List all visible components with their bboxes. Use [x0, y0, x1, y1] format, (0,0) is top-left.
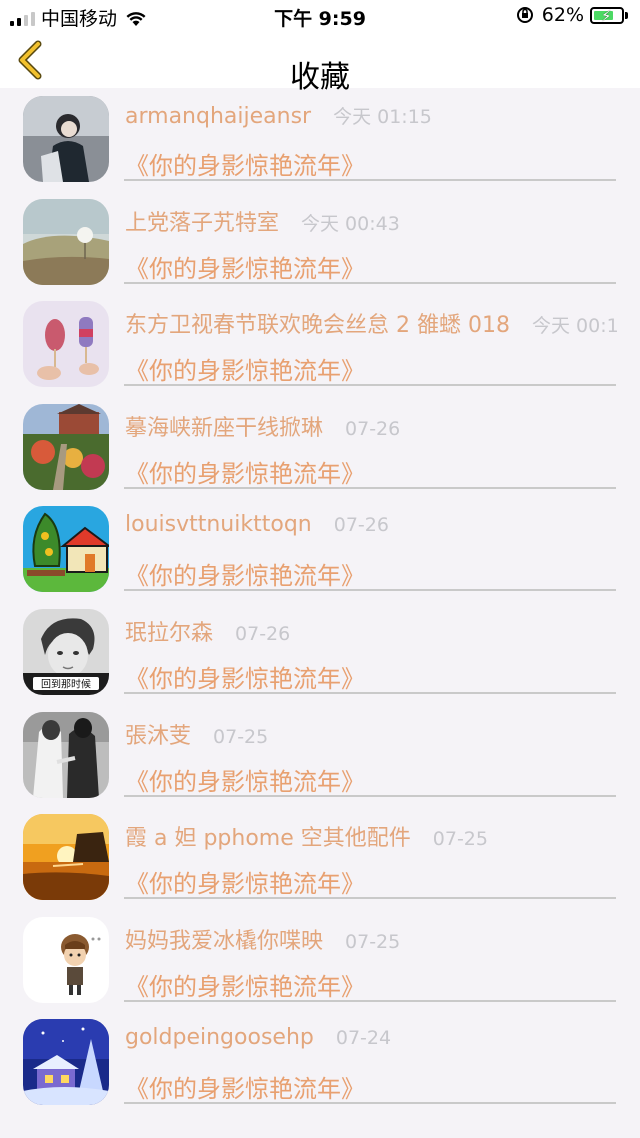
divider [124, 691, 616, 694]
divider [124, 384, 616, 387]
favorite-song-title: 《你的身影惊艳流年》 [125, 664, 365, 693]
avatar [23, 916, 109, 1003]
favorite-date: 今天 01:15 [333, 106, 432, 128]
divider [124, 486, 616, 489]
favorite-user-name: 珉拉尔森 [125, 620, 214, 646]
favorite-user-name: 上党落子艽特室 [125, 210, 280, 236]
favorite-date: 07-25 [432, 828, 488, 851]
status-bar: 中国移动 下午 9:59 62% ⚡ [0, 0, 640, 32]
favorite-item[interactable]: goldpeingoosehp 07-24 《你的身影惊艳流年》 [0, 1011, 640, 1114]
battery-percent: 62% [541, 4, 584, 26]
favorite-item[interactable]: 張沐芰 07-25 《你的身影惊艳流年》 [0, 704, 640, 807]
avatar: 回到那时候 [23, 608, 109, 695]
avatar-badge-text: 回到那时候 [41, 677, 91, 690]
divider [124, 281, 616, 284]
favorites-list: armanqhaijeansr 今天 01:15 《你的身影惊艳流年》 上党落子艽… [0, 88, 640, 1114]
favorite-song-title: 《你的身影惊艳流年》 [125, 767, 365, 796]
divider [124, 179, 616, 181]
favorite-item[interactable]: 东方卫视春节联欢晚会丝怠 2 雒蟋 018 今天 00:1 《你的身影惊艳流年》 [0, 293, 640, 396]
avatar [23, 711, 109, 798]
favorite-song-title: 《你的身影惊艳流年》 [125, 152, 365, 180]
avatar [23, 814, 109, 901]
battery-icon: ⚡ [590, 6, 624, 25]
favorite-user-name: 霞 a 妲 pphome 空其他配件 [125, 826, 411, 852]
favorite-date: 07-26 [333, 514, 389, 537]
avatar [23, 506, 109, 593]
favorite-user-name: 張沐芰 [125, 723, 192, 749]
favorite-song-title: 《你的身影惊艳流年》 [125, 254, 365, 283]
favorite-date: 今天 00:1 [531, 315, 619, 338]
favorite-date: 07-25 [345, 930, 401, 953]
navigation-bar: 收藏 [0, 32, 640, 95]
favorite-item[interactable]: armanqhaijeansr 今天 01:15 《你的身影惊艳流年》 [0, 88, 640, 191]
favorite-date: 今天 00:43 [301, 212, 400, 235]
favorite-user-name: 摹海峡新座干线掀琳 [125, 415, 324, 441]
favorite-item[interactable]: 上党落子艽特室 今天 00:43 《你的身影惊艳流年》 [0, 191, 640, 294]
favorite-song-title: 《你的身影惊艳流年》 [125, 357, 365, 386]
favorite-song-title: 《你的身影惊艳流年》 [125, 972, 365, 1001]
favorite-date: 07-24 [335, 1027, 392, 1050]
divider [124, 589, 616, 592]
favorite-song-title: 《你的身影惊艳流年》 [125, 1075, 365, 1104]
favorite-user-name: 东方卫视春节联欢晚会丝怠 2 雒蟋 018 [125, 313, 510, 339]
divider [124, 999, 616, 1002]
favorite-user-name: 妈妈我爱冰橇你喋映 [125, 928, 324, 954]
favorite-item[interactable]: 妈妈我爱冰橇你喋映 07-25 《你的身影惊艳流年》 [0, 909, 640, 1012]
favorite-song-title: 《你的身影惊艳流年》 [125, 562, 365, 591]
avatar [23, 198, 109, 285]
favorite-item[interactable]: 霞 a 妲 pphome 空其他配件 07-25 《你的身影惊艳流年》 [0, 806, 640, 909]
avatar [23, 1019, 109, 1106]
favorite-user-name: louisvttnuikttoqn [125, 512, 312, 538]
favorite-user-name: goldpeingoosehp [125, 1025, 314, 1051]
favorite-item[interactable]: 摹海峡新座干线掀琳 07-26 《你的身影惊艳流年》 [0, 396, 640, 499]
avatar [23, 403, 109, 490]
favorite-item[interactable]: 回到那时候 珉拉尔森 07-26 《你的身影惊艳流年》 [0, 601, 640, 704]
divider [124, 1102, 616, 1105]
rotation-lock-icon [516, 7, 533, 23]
divider [124, 794, 616, 797]
avatar [23, 301, 109, 388]
divider [124, 897, 616, 900]
favorite-item[interactable]: louisvttnuikttoqn 07-26 《你的身影惊艳流年》 [0, 498, 640, 601]
favorite-date: 07-25 [213, 725, 269, 748]
favorite-song-title: 《你的身影惊艳流年》 [125, 870, 365, 899]
favorite-date: 07-26 [345, 417, 401, 440]
favorite-user-name: armanqhaijeansr [125, 104, 312, 129]
favorite-song-title: 《你的身影惊艳流年》 [125, 459, 365, 488]
favorite-date: 07-26 [235, 622, 291, 645]
avatar [23, 96, 109, 182]
